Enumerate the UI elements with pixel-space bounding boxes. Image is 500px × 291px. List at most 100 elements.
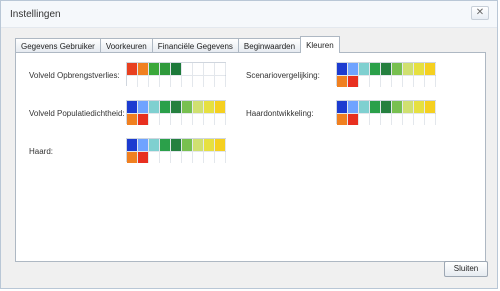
color-swatch[interactable] [138,114,149,125]
color-swatch[interactable] [348,114,359,125]
color-swatch[interactable] [127,139,138,151]
color-swatch[interactable] [127,76,138,87]
color-swatch[interactable] [414,63,425,75]
color-swatch[interactable] [138,63,149,75]
color-swatch[interactable] [381,101,392,113]
palette-volveld-opbrengstverlies[interactable] [126,62,226,87]
color-swatch[interactable] [182,76,193,87]
color-swatch[interactable] [171,152,182,163]
color-swatch[interactable] [359,114,370,125]
color-swatch[interactable] [171,101,182,113]
color-swatch[interactable] [149,139,160,151]
color-swatch[interactable] [403,76,414,87]
color-swatch[interactable] [414,101,425,113]
color-swatch[interactable] [182,63,193,75]
color-swatch[interactable] [215,139,226,151]
color-swatch[interactable] [370,101,381,113]
color-swatch[interactable] [204,114,215,125]
color-swatch[interactable] [392,114,403,125]
color-swatch[interactable] [403,63,414,75]
color-swatch[interactable] [425,63,436,75]
color-swatch[interactable] [171,139,182,151]
color-swatch[interactable] [171,63,182,75]
close-window-button[interactable]: ✕ [471,6,489,20]
color-swatch[interactable] [392,63,403,75]
color-swatch[interactable] [392,76,403,87]
color-swatch[interactable] [414,76,425,87]
color-swatch[interactable] [160,76,171,87]
color-swatch[interactable] [337,63,348,75]
tab-gegevens-gebruiker[interactable]: Gegevens Gebruiker [15,38,101,53]
color-swatch[interactable] [337,114,348,125]
color-swatch[interactable] [193,114,204,125]
color-swatch[interactable] [204,152,215,163]
color-swatch[interactable] [381,114,392,125]
color-swatch[interactable] [193,63,204,75]
tab-beginwaarden[interactable]: Beginwaarden [237,38,302,53]
color-swatch[interactable] [348,63,359,75]
color-swatch[interactable] [193,76,204,87]
color-swatch[interactable] [182,114,193,125]
color-swatch[interactable] [425,76,436,87]
color-swatch[interactable] [193,139,204,151]
color-swatch[interactable] [359,76,370,87]
color-swatch[interactable] [381,63,392,75]
palette-volveld-populatiedichtheid[interactable] [126,100,226,125]
color-swatch[interactable] [193,152,204,163]
color-swatch[interactable] [215,152,226,163]
color-swatch[interactable] [127,114,138,125]
color-swatch[interactable] [193,101,204,113]
color-swatch[interactable] [160,114,171,125]
color-swatch[interactable] [370,63,381,75]
color-swatch[interactable] [160,139,171,151]
color-swatch[interactable] [138,152,149,163]
sluiten-button[interactable]: Sluiten [444,261,488,277]
palette-haard[interactable] [126,138,226,163]
color-swatch[interactable] [138,139,149,151]
color-swatch[interactable] [425,101,436,113]
color-swatch[interactable] [337,76,348,87]
tab-voorkeuren[interactable]: Voorkeuren [99,38,153,53]
color-swatch[interactable] [182,139,193,151]
color-swatch[interactable] [204,63,215,75]
color-swatch[interactable] [204,76,215,87]
color-swatch[interactable] [149,114,160,125]
color-swatch[interactable] [392,101,403,113]
color-swatch[interactable] [149,101,160,113]
color-swatch[interactable] [425,114,436,125]
color-swatch[interactable] [381,76,392,87]
color-swatch[interactable] [337,101,348,113]
color-swatch[interactable] [204,139,215,151]
color-swatch[interactable] [160,63,171,75]
color-swatch[interactable] [348,76,359,87]
color-swatch[interactable] [403,114,414,125]
color-swatch[interactable] [182,152,193,163]
color-swatch[interactable] [204,101,215,113]
color-swatch[interactable] [149,152,160,163]
palette-haardontwikkeling[interactable] [336,100,436,125]
color-swatch[interactable] [149,76,160,87]
color-swatch[interactable] [403,101,414,113]
color-swatch[interactable] [370,76,381,87]
palette-scenariovergelijking[interactable] [336,62,436,87]
color-swatch[interactable] [138,101,149,113]
color-swatch[interactable] [127,152,138,163]
color-swatch[interactable] [348,101,359,113]
color-swatch[interactable] [149,63,160,75]
tab-financiele-gegevens[interactable]: Financiële Gegevens [151,38,239,53]
color-swatch[interactable] [215,101,226,113]
color-swatch[interactable] [127,63,138,75]
color-swatch[interactable] [370,114,381,125]
color-swatch[interactable] [359,63,370,75]
color-swatch[interactable] [171,114,182,125]
color-swatch[interactable] [215,63,226,75]
color-swatch[interactable] [160,101,171,113]
color-swatch[interactable] [138,76,149,87]
color-swatch[interactable] [160,152,171,163]
tab-kleuren[interactable]: Kleuren [300,36,340,53]
color-swatch[interactable] [127,101,138,113]
color-swatch[interactable] [171,76,182,87]
color-swatch[interactable] [359,101,370,113]
color-swatch[interactable] [414,114,425,125]
color-swatch[interactable] [182,101,193,113]
